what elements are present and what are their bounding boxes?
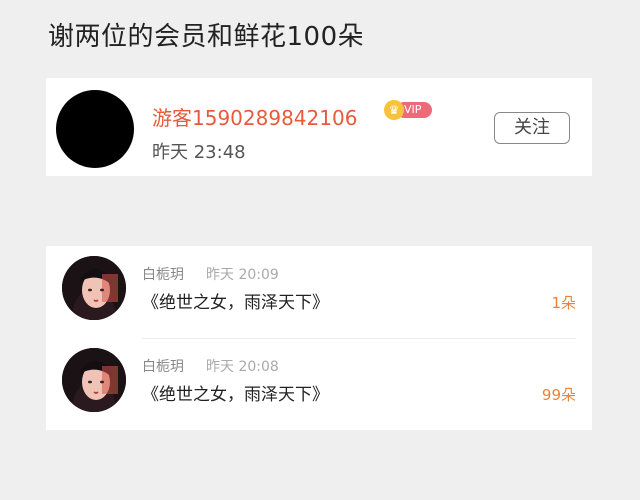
user-avatar[interactable] bbox=[62, 256, 126, 320]
avatar-illustration bbox=[62, 348, 126, 412]
gift-user[interactable]: 白栀玥 bbox=[142, 264, 184, 284]
profile-name[interactable]: 游客1590289842106 bbox=[152, 102, 357, 131]
profile-time: 昨天 23:48 bbox=[152, 142, 246, 163]
vip-badge: ♛ VIP bbox=[384, 100, 434, 120]
profile-avatar[interactable] bbox=[56, 90, 134, 168]
gift-list-item[interactable]: 白栀玥 昨天 20:09 《绝世之女，雨泽天下》 1朵 bbox=[46, 246, 592, 338]
user-avatar[interactable] bbox=[62, 348, 126, 412]
avatar-illustration bbox=[62, 256, 126, 320]
gift-user[interactable]: 白栀玥 bbox=[142, 356, 184, 376]
page-title: 谢两位的会员和鲜花100朵 bbox=[48, 22, 365, 52]
follow-button[interactable]: 关注 bbox=[494, 112, 570, 144]
gift-time: 昨天 20:09 bbox=[206, 267, 279, 283]
gift-list: 白栀玥 昨天 20:09 《绝世之女，雨泽天下》 1朵 白栀玥 昨天 20:08… bbox=[46, 246, 592, 430]
gift-count: 1朵 bbox=[551, 294, 576, 312]
gift-book-title[interactable]: 《绝世之女，雨泽天下》 bbox=[142, 380, 329, 405]
gift-count: 99朵 bbox=[541, 386, 576, 404]
gift-time: 昨天 20:08 bbox=[206, 359, 279, 375]
profile-card: 游客1590289842106 ♛ VIP 昨天 23:48 关注 bbox=[46, 78, 592, 176]
crown-icon: ♛ bbox=[384, 100, 404, 120]
gift-list-item[interactable]: 白栀玥 昨天 20:08 《绝世之女，雨泽天下》 99朵 bbox=[46, 338, 592, 430]
gift-book-title[interactable]: 《绝世之女，雨泽天下》 bbox=[142, 288, 329, 313]
